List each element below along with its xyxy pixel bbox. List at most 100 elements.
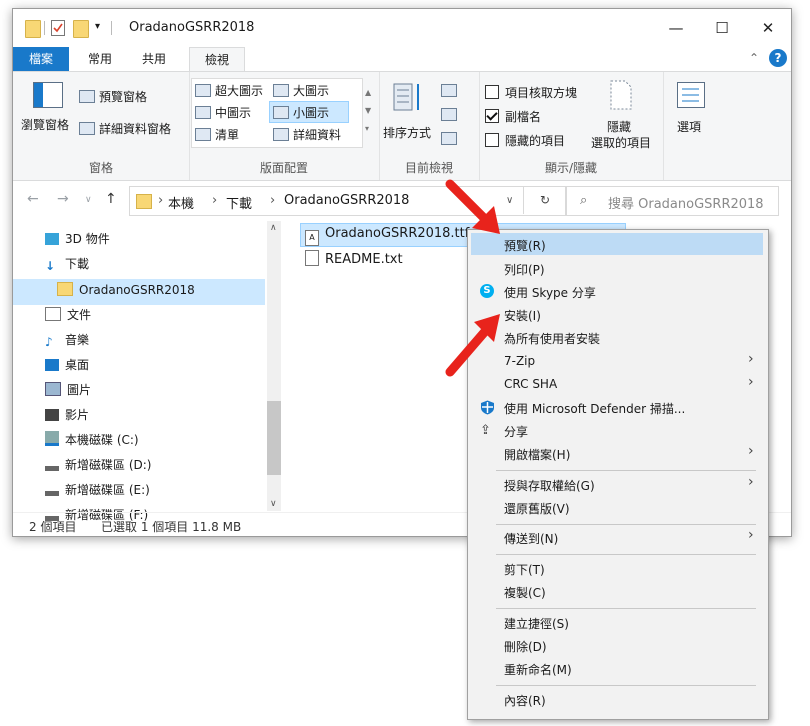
nav-item-music[interactable]: ♪ 音樂 — [45, 329, 89, 351]
ribbon-tabs: 檔案 常用 共用 檢視 ⌃ ? — [13, 47, 791, 72]
nav-item-desktop[interactable]: 桌面 — [45, 354, 89, 376]
refresh-button[interactable]: ↻ — [523, 186, 566, 214]
tab-file[interactable]: 檔案 — [13, 47, 69, 71]
breadcrumb-separator-icon: › — [270, 193, 276, 208]
menu-separator — [496, 685, 756, 686]
menu-item-7zip[interactable]: 7-Zip — [504, 354, 535, 368]
checkbox[interactable] — [485, 85, 499, 99]
nav-item-current-folder[interactable]: OradanoGSRR2018 — [57, 279, 195, 301]
tab-share[interactable]: 共用 — [129, 47, 179, 71]
menu-item-rename[interactable]: 重新命名(M) — [504, 661, 572, 678]
navigation-pane-button[interactable]: 瀏覽窗格 — [21, 116, 69, 133]
ribbon-group-options: 選項 — [663, 72, 719, 180]
ribbon-group-panes: 瀏覽窗格 預覽窗格 詳細資料窗格 窗格 — [13, 72, 190, 180]
menu-item-send-to[interactable]: 傳送到(N) — [504, 530, 558, 547]
menu-item-install[interactable]: 安裝(I) — [504, 307, 541, 324]
nav-item-drive-e[interactable]: 新增磁碟區 (E:) — [45, 479, 150, 501]
menu-item-crc-sha[interactable]: CRC SHA — [504, 377, 557, 391]
layout-list[interactable]: 清單 — [195, 126, 239, 143]
submenu-arrow-icon: › — [748, 374, 754, 390]
preview-pane-icon — [79, 90, 95, 103]
menu-item-restore-versions[interactable]: 還原舊版(V) — [504, 500, 570, 517]
menu-item-install-all-users[interactable]: 為所有使用者安裝 — [504, 330, 600, 347]
forward-arrow-icon[interactable]: → — [57, 191, 69, 207]
menu-item-skype-share[interactable]: 使用 Skype 分享 — [504, 284, 596, 301]
menu-item-cut[interactable]: 剪下(T) — [504, 561, 545, 578]
nav-item-videos[interactable]: 影片 — [45, 404, 89, 426]
layout-large[interactable]: 大圖示 — [273, 82, 329, 99]
preview-pane-button[interactable]: 預覽窗格 — [79, 88, 147, 105]
menu-item-properties[interactable]: 內容(R) — [504, 692, 546, 709]
back-arrow-icon[interactable]: ← — [27, 191, 39, 207]
options-button[interactable]: 選項 — [677, 118, 701, 135]
scroll-up-icon[interactable]: ∧ — [270, 223, 277, 233]
menu-item-print[interactable]: 列印(P) — [504, 261, 545, 278]
size-columns-icon[interactable] — [441, 132, 457, 145]
customize-toolbar-icon[interactable]: ▾ — [95, 21, 100, 32]
menu-item-defender-scan[interactable]: 使用 Microsoft Defender 掃描... — [504, 400, 685, 417]
close-button[interactable]: ✕ — [745, 9, 791, 47]
checkbox-checked[interactable] — [485, 109, 499, 123]
checkbox[interactable] — [485, 133, 499, 147]
chevron-up-icon[interactable]: ⌃ — [749, 51, 759, 65]
file-item[interactable]: README.txt — [305, 250, 403, 267]
breadcrumb-item[interactable]: OradanoGSRR2018 — [284, 193, 409, 208]
menu-item-create-shortcut[interactable]: 建立捷徑(S) — [504, 615, 569, 632]
hide-selected-label-2[interactable]: 選取的項目 — [591, 134, 651, 151]
submenu-arrow-icon: › — [748, 474, 754, 490]
breadcrumb-item[interactable]: 下載 — [226, 193, 252, 212]
add-columns-icon[interactable] — [441, 108, 457, 121]
hide-selected-label-1[interactable]: 隱藏 — [607, 118, 631, 135]
layout-details[interactable]: 詳細資料 — [273, 126, 341, 143]
menu-item-delete[interactable]: 刪除(D) — [504, 638, 547, 655]
options-icon[interactable] — [677, 82, 705, 108]
details-icon — [273, 128, 289, 141]
nav-scrollbar-thumb[interactable] — [267, 401, 281, 475]
search-input[interactable]: ⌕ 搜尋 OradanoGSRR2018 — [565, 186, 779, 216]
menu-item-copy[interactable]: 複製(C) — [504, 584, 546, 601]
menu-item-open-with[interactable]: 開啟檔案(H) — [504, 446, 570, 463]
hide-selected-icon[interactable] — [609, 80, 633, 110]
breadcrumb-item[interactable]: 本機 — [168, 193, 194, 212]
small-icons-icon — [273, 106, 289, 119]
maximize-button[interactable]: ☐ — [699, 9, 745, 47]
large-icons-icon — [273, 84, 289, 97]
layout-small[interactable]: 小圖示 — [273, 104, 329, 121]
tab-view[interactable]: 檢視 — [189, 47, 245, 72]
details-pane-button[interactable]: 詳細資料窗格 — [79, 120, 171, 137]
music-icon: ♪ — [45, 335, 53, 349]
help-icon[interactable]: ? — [769, 49, 787, 67]
menu-item-preview[interactable]: 預覽(R) — [504, 237, 546, 254]
title-bar: ▾ OradanoGSRR2018 — ☐ ✕ — [13, 9, 791, 47]
layout-medium[interactable]: 中圖示 — [195, 104, 251, 121]
recent-locations-icon[interactable]: ∨ — [85, 195, 92, 205]
nav-item-pictures[interactable]: 圖片 — [45, 379, 91, 401]
menu-item-share[interactable]: 分享 — [504, 423, 528, 440]
menu-separator — [496, 608, 756, 609]
scroll-down-icon[interactable]: ∨ — [270, 499, 277, 509]
gallery-scroll-icon[interactable]: ▲ ▼ ▾ — [365, 84, 371, 138]
extensions-toggle[interactable]: 副檔名 — [485, 108, 541, 125]
up-arrow-icon[interactable]: ↑ — [105, 191, 117, 207]
item-checkboxes-toggle[interactable]: 項目核取方塊 — [485, 84, 577, 101]
sort-by-button[interactable]: 排序方式 — [383, 124, 431, 141]
nav-item-downloads[interactable]: ↓ 下載 — [45, 253, 89, 275]
sort-icon[interactable] — [393, 82, 423, 114]
menu-item-give-access[interactable]: 授與存取權給(G) — [504, 477, 595, 494]
hidden-items-toggle[interactable]: 隱藏的項目 — [485, 132, 565, 149]
chevron-down-icon[interactable]: ∨ — [506, 195, 513, 206]
menu-separator — [496, 524, 756, 525]
nav-item-drive-d[interactable]: 新增磁碟區 (D:) — [45, 454, 151, 476]
nav-item-drive-c[interactable]: 本機磁碟 (C:) — [45, 429, 139, 451]
folder-icon — [57, 282, 73, 296]
ribbon: 瀏覽窗格 預覽窗格 詳細資料窗格 窗格 超大圖示 大圖示 中圖示 小圖示 清單 … — [13, 71, 791, 181]
new-folder-icon[interactable] — [73, 20, 89, 38]
layout-extra-large[interactable]: 超大圖示 — [195, 82, 263, 99]
tab-home[interactable]: 常用 — [75, 47, 125, 71]
nav-item-documents[interactable]: 文件 — [45, 304, 91, 326]
nav-item-3d-objects[interactable]: 3D 物件 — [45, 228, 110, 250]
minimize-button[interactable]: — — [653, 9, 699, 47]
group-by-icon[interactable] — [441, 84, 457, 97]
navigation-pane-icon[interactable] — [33, 82, 63, 108]
properties-icon[interactable] — [51, 20, 65, 36]
